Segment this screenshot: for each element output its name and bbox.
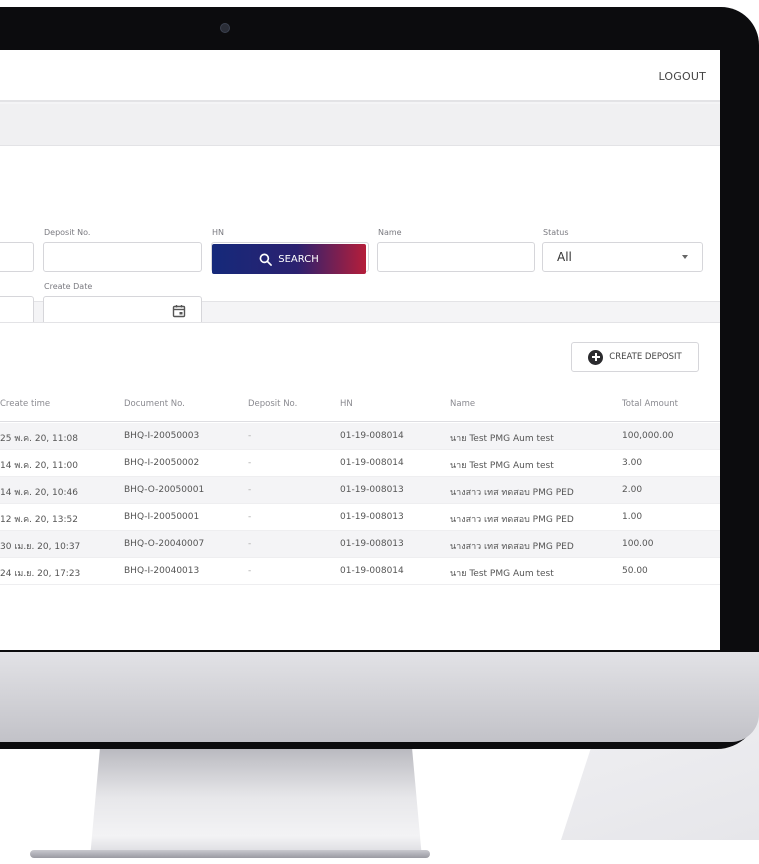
monitor-stand-base <box>30 850 430 858</box>
deposit-no-label: Deposit No. <box>44 228 91 237</box>
webcam-icon <box>220 23 230 33</box>
cell-hn: 01-19-008013 <box>340 512 404 522</box>
create-date-label: Create Date <box>44 282 93 291</box>
cell-document-no: BHQ-O-20040007 <box>124 539 205 549</box>
cell-create-time: 14 พ.ค. 20, 11:00 <box>0 461 78 471</box>
search-button-label: SEARCH <box>278 253 319 265</box>
cell-document-no: BHQ-I-20050003 <box>124 431 200 441</box>
cell-create-time: 25 พ.ค. 20, 11:08 <box>0 434 78 444</box>
table-row[interactable]: 14 พ.ค. 20, 11:00 BHQ-I-20050002 - 01-19… <box>0 450 720 477</box>
table-row[interactable]: 25 พ.ค. 20, 11:08 BHQ-I-20050003 - 01-19… <box>0 423 720 450</box>
monitor-stand <box>90 748 422 858</box>
cell-hn: 01-19-008014 <box>340 431 404 441</box>
table-row[interactable]: 12 พ.ค. 20, 13:52 BHQ-I-20050001 - 01-19… <box>0 504 720 531</box>
create-deposit-label: CREATE DEPOSIT <box>609 352 682 362</box>
table-row[interactable]: 14 พ.ค. 20, 10:46 BHQ-O-20050001 - 01-19… <box>0 477 720 504</box>
create-deposit-button[interactable]: CREATE DEPOSIT <box>571 342 699 372</box>
column-header-document-no[interactable]: Document No. <box>124 399 185 409</box>
cell-create-time: 24 เม.ย. 20, 17:23 <box>0 569 81 579</box>
monitor-chin <box>0 652 759 742</box>
cell-deposit-no: - <box>248 539 252 549</box>
cell-document-no: BHQ-O-20050001 <box>124 485 205 495</box>
table-row[interactable]: 24 เม.ย. 20, 17:23 BHQ-I-20040013 - 01-1… <box>0 558 720 585</box>
cell-total-amount: 50.00 <box>622 566 648 576</box>
cell-name: นาย Test PMG Aum test <box>450 434 554 444</box>
column-header-total-amount[interactable]: Total Amount <box>622 399 678 409</box>
cell-name: นางสาว เทส ทดสอบ PMG PED <box>450 542 574 552</box>
cell-deposit-no: - <box>248 512 252 522</box>
column-header-deposit-no[interactable]: Deposit No. <box>248 399 297 409</box>
deposit-no-input[interactable] <box>43 242 202 272</box>
table-header: Create time Document No. Deposit No. HN … <box>0 388 720 422</box>
app-screen: LOGOUT Deposit No. HN Name Status All Cr… <box>0 50 720 650</box>
cell-deposit-no: - <box>248 458 252 468</box>
cell-deposit-no: - <box>248 566 252 576</box>
status-label: Status <box>543 228 569 237</box>
table-row[interactable]: 30 เม.ย. 20, 10:37 BHQ-O-20040007 - 01-1… <box>0 531 720 558</box>
plus-circle-icon <box>588 349 604 365</box>
cell-name: นางสาว เทส ทดสอบ PMG PED <box>450 515 574 525</box>
chevron-down-icon <box>682 255 688 259</box>
cell-total-amount: 3.00 <box>622 458 643 468</box>
cell-create-time: 14 พ.ค. 20, 10:46 <box>0 488 78 498</box>
cell-hn: 01-19-008014 <box>340 566 404 576</box>
status-selected-value: All <box>557 250 572 264</box>
cell-document-no: BHQ-I-20050001 <box>124 512 200 522</box>
cell-deposit-no: - <box>248 485 252 495</box>
cell-name: นาย Test PMG Aum test <box>450 569 554 579</box>
cell-hn: 01-19-008014 <box>340 458 404 468</box>
cell-total-amount: 100.00 <box>622 539 654 549</box>
search-button[interactable]: SEARCH <box>212 244 366 274</box>
cell-total-amount: 1.00 <box>622 512 643 522</box>
column-header-create-time[interactable]: Create time <box>0 399 50 409</box>
cell-total-amount: 100,000.00 <box>622 431 674 441</box>
filter-panel: Deposit No. HN Name Status All Create Da… <box>0 146 720 326</box>
cell-document-no: BHQ-I-20040013 <box>124 566 200 576</box>
cell-create-time: 12 พ.ค. 20, 13:52 <box>0 515 78 525</box>
cell-document-no: BHQ-I-20050002 <box>124 458 200 468</box>
search-icon <box>259 253 273 266</box>
cell-hn: 01-19-008013 <box>340 539 404 549</box>
calendar-icon[interactable] <box>172 304 186 318</box>
column-header-name[interactable]: Name <box>450 399 475 409</box>
column-header-hn[interactable]: HN <box>340 399 353 409</box>
cell-deposit-no: - <box>248 431 252 441</box>
status-select[interactable]: All <box>542 242 703 272</box>
cell-hn: 01-19-008013 <box>340 485 404 495</box>
partial-filter-input[interactable] <box>0 242 34 272</box>
name-input[interactable] <box>377 242 535 272</box>
cell-total-amount: 2.00 <box>622 485 643 495</box>
name-label: Name <box>378 228 402 237</box>
hn-label: HN <box>212 228 224 237</box>
cell-name: นาย Test PMG Aum test <box>450 461 554 471</box>
sub-header-bar <box>0 104 720 146</box>
cell-create-time: 30 เม.ย. 20, 10:37 <box>0 542 81 552</box>
deposit-list-card: CREATE DEPOSIT Create time Document No. … <box>0 322 720 650</box>
logout-button[interactable]: LOGOUT <box>658 70 706 83</box>
cell-name: นางสาว เทส ทดสอบ PMG PED <box>450 488 574 498</box>
top-bar: LOGOUT <box>0 50 720 102</box>
